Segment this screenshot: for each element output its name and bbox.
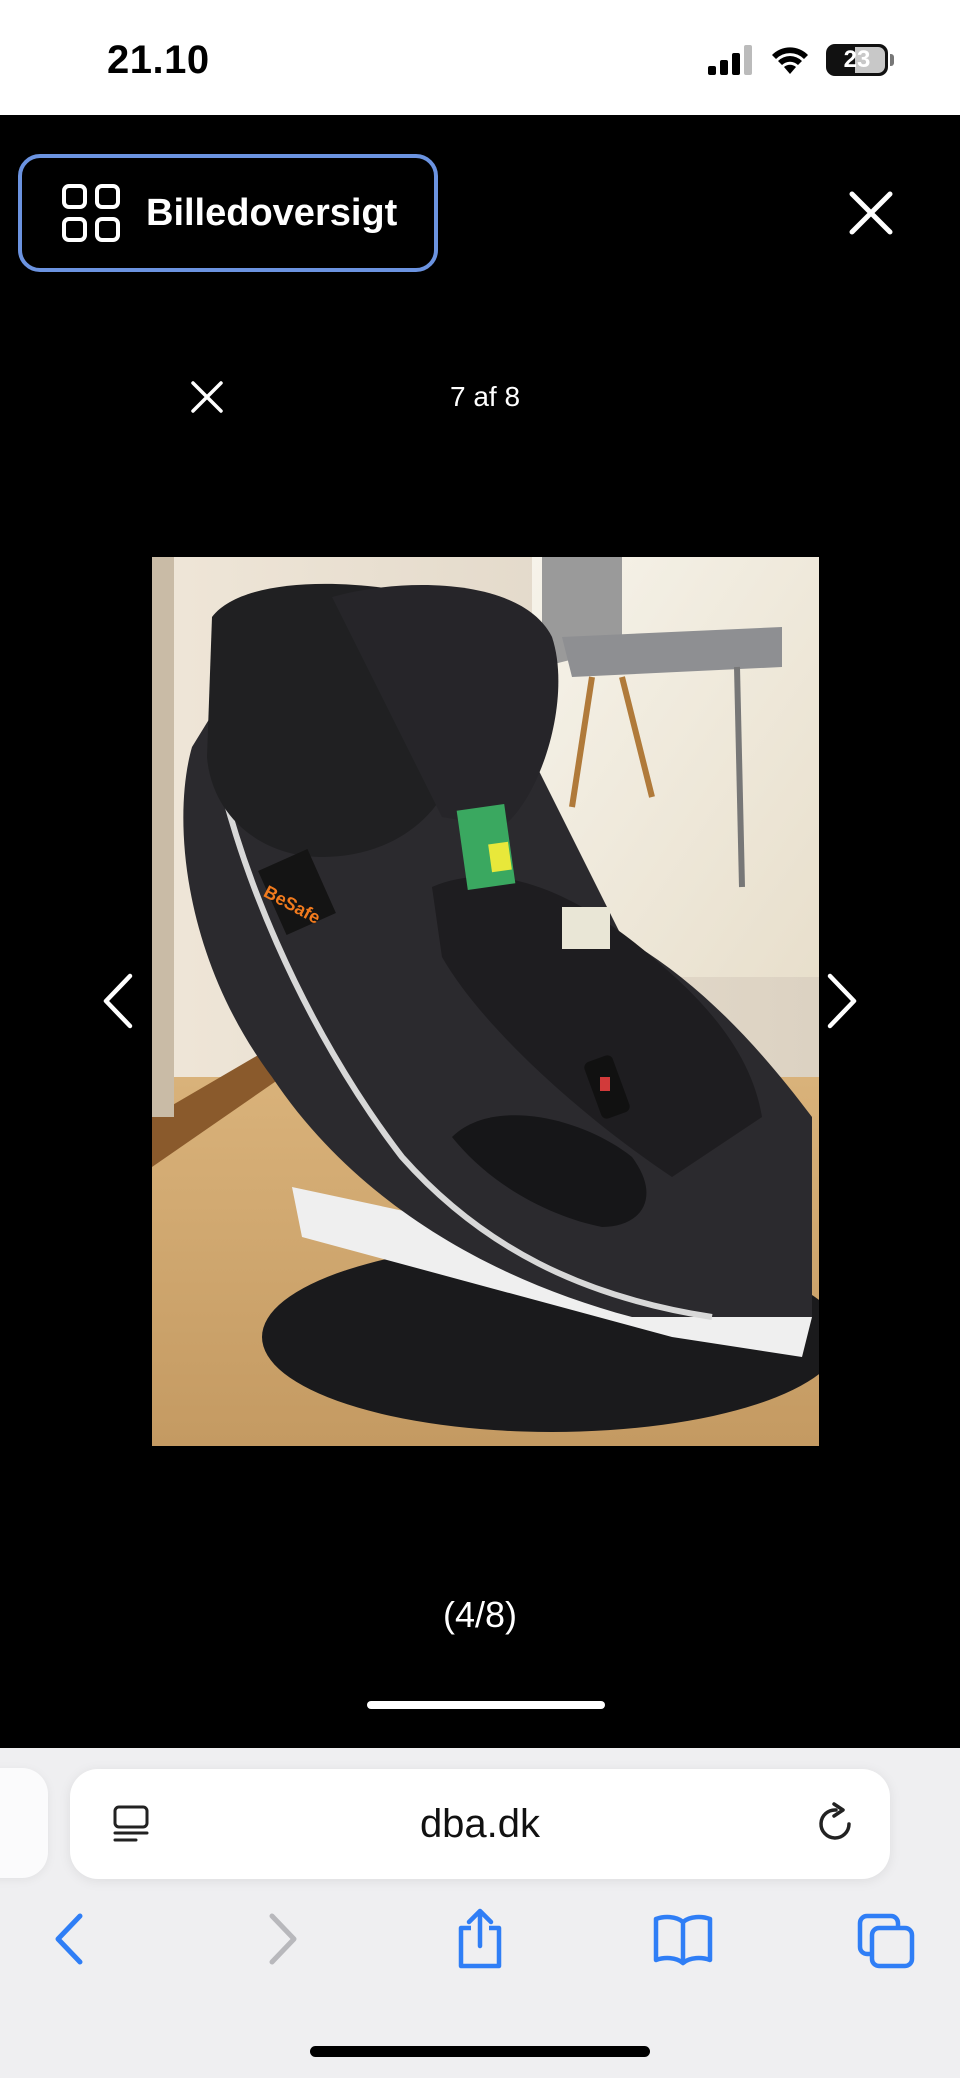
status-bar: 21.10 23 <box>0 0 960 115</box>
image-overview-button[interactable]: Billedoversigt <box>18 154 438 272</box>
battery-tip <box>890 54 894 66</box>
address-bar[interactable]: dba.dk <box>70 1769 890 1879</box>
signal-icon <box>708 45 752 75</box>
forward-icon <box>269 1913 297 1965</box>
viewer-close-icon[interactable] <box>190 380 224 414</box>
wifi-icon <box>772 47 808 74</box>
battery-level: 23 <box>843 46 871 73</box>
home-indicator <box>310 2046 650 2057</box>
url-text: dba.dk <box>419 1802 541 1846</box>
listing-photo[interactable]: BeSafe <box>152 557 819 1446</box>
chevron-right-icon[interactable] <box>818 970 864 1032</box>
bookmarks-icon[interactable] <box>652 1908 714 1970</box>
share-icon[interactable] <box>453 1908 507 1970</box>
chevron-left-icon[interactable] <box>96 970 142 1032</box>
status-time: 21.10 <box>107 38 210 82</box>
grid-icon <box>62 184 120 242</box>
close-icon[interactable] <box>848 190 894 236</box>
car-seat-image: BeSafe <box>152 557 819 1446</box>
sheet-handle[interactable] <box>367 1701 605 1709</box>
image-caption: (4/8) <box>442 1594 518 1635</box>
tabs-icon[interactable] <box>856 1908 916 1970</box>
reload-icon[interactable] <box>814 1801 858 1847</box>
battery-icon: 23 <box>826 44 888 76</box>
status-icons: 23 <box>708 44 894 76</box>
image-counter: 7 af 8 <box>450 381 521 412</box>
image-overview-label: Billedoversigt <box>146 191 398 234</box>
previous-tab-preview[interactable] <box>0 1768 48 1878</box>
back-icon[interactable] <box>50 1908 90 1970</box>
